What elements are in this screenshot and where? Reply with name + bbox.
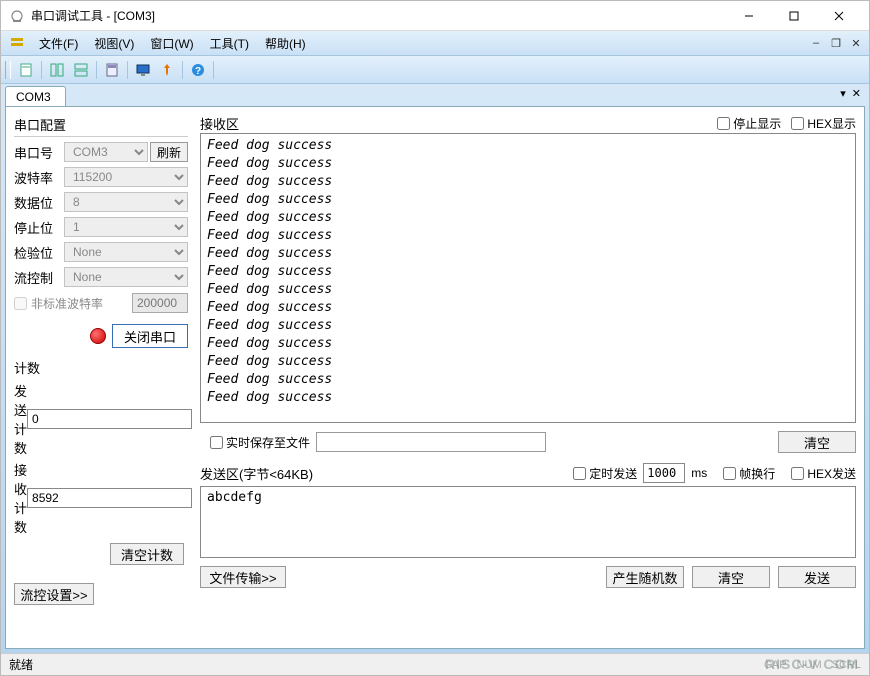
close-button[interactable] [816,2,861,30]
mdi-minimize-button[interactable]: – [809,36,823,50]
minimize-button[interactable] [726,2,771,30]
tab-label: COM3 [16,90,51,104]
document-tab[interactable]: COM3 [5,86,66,107]
timed-send-checkbox[interactable] [573,467,586,480]
recv-count-input[interactable] [27,488,192,508]
status-ready: 就绪 [9,656,33,673]
tx-area-label: 发送区(字节<64KB) [200,464,313,483]
toolbar-tile-v-icon[interactable] [70,59,92,81]
tx-clear-button[interactable]: 清空 [692,566,770,588]
toolbar-tile-h-icon[interactable] [46,59,68,81]
menu-file[interactable]: 文件(F) [31,32,86,55]
clear-count-button[interactable]: 清空计数 [110,543,184,565]
flow-settings-button[interactable]: 流控设置>> [14,583,94,605]
window-title: 串口调试工具 - [COM3] [31,7,726,24]
save-to-file-checkbox[interactable] [210,436,223,449]
mdi-restore-button[interactable]: ❐ [829,36,843,50]
nonstandard-baud-input[interactable] [132,293,188,313]
flow-label: 流控制 [14,268,64,287]
baud-select[interactable]: 115200 [64,167,188,187]
toolbar-help-icon[interactable]: ? [187,59,209,81]
stop-display-label: 停止显示 [733,115,781,132]
tab-close-icon[interactable]: ✕ [852,87,861,100]
mdi-close-button[interactable]: ✕ [849,36,863,50]
menu-app-icon [7,34,27,52]
port-select[interactable]: COM3 [64,142,148,162]
save-to-file-label: 实时保存至文件 [226,434,310,451]
send-button[interactable]: 发送 [778,566,856,588]
maximize-button[interactable] [771,2,816,30]
refresh-button[interactable]: 刷新 [150,142,188,162]
toolbar-pin-icon[interactable] [156,59,178,81]
port-label: 串口号 [14,143,64,162]
nonstandard-baud-checkbox[interactable] [14,297,27,310]
tx-textarea[interactable] [200,486,856,558]
status-num: NUM [797,659,822,671]
toolbar-calc-icon[interactable] [101,59,123,81]
parity-label: 检验位 [14,243,64,262]
random-button[interactable]: 产生随机数 [606,566,684,588]
rx-area-label: 接收区 [200,114,707,133]
menu-tools[interactable]: 工具(T) [202,32,257,55]
menu-window[interactable]: 窗口(W) [142,32,201,55]
hex-send-label: HEX发送 [807,465,856,482]
stop-display-checkbox[interactable] [717,117,730,130]
frame-wrap-checkbox[interactable] [723,467,736,480]
frame-wrap-label: 帧换行 [739,465,775,482]
status-led-icon [90,328,106,344]
file-transfer-button[interactable]: 文件传输>> [200,566,286,588]
counter-group-title: 计数 [14,356,188,379]
timed-send-label: 定时发送 [589,465,637,482]
rx-textarea[interactable]: Feed dog success Feed dog success Feed d… [200,133,856,423]
nonstandard-baud-label: 非标准波特率 [31,295,103,312]
data-bits-label: 数据位 [14,193,64,212]
interval-unit-label: ms [691,466,707,480]
tab-dropdown-icon[interactable]: ▾ [840,87,846,100]
svg-text:?: ? [195,66,201,77]
menu-help[interactable]: 帮助(H) [257,32,314,55]
toolbar-new-icon[interactable] [15,59,37,81]
baud-label: 波特率 [14,168,64,187]
data-bits-select[interactable]: 8 [64,192,188,212]
send-count-input[interactable] [27,409,192,429]
send-interval-input[interactable] [643,463,685,483]
hex-display-label: HEX显示 [807,115,856,132]
parity-select[interactable]: None [64,242,188,262]
config-group-title: 串口配置 [14,113,188,137]
menu-view[interactable]: 视图(V) [86,32,142,55]
rx-clear-button[interactable]: 清空 [778,431,856,453]
recv-count-label: 接收计数 [14,460,27,536]
save-file-path-input[interactable] [316,432,546,452]
hex-send-checkbox[interactable] [791,467,804,480]
app-icon [9,8,25,24]
send-count-label: 发送计数 [14,381,27,457]
toolbar-monitor-icon[interactable] [132,59,154,81]
stop-bits-label: 停止位 [14,218,64,237]
status-cap: CAP [764,659,787,671]
status-scrl: SCRL [832,659,861,671]
close-port-button[interactable]: 关闭串口 [112,324,188,348]
stop-bits-select[interactable]: 1 [64,217,188,237]
flow-select[interactable]: None [64,267,188,287]
hex-display-checkbox[interactable] [791,117,804,130]
